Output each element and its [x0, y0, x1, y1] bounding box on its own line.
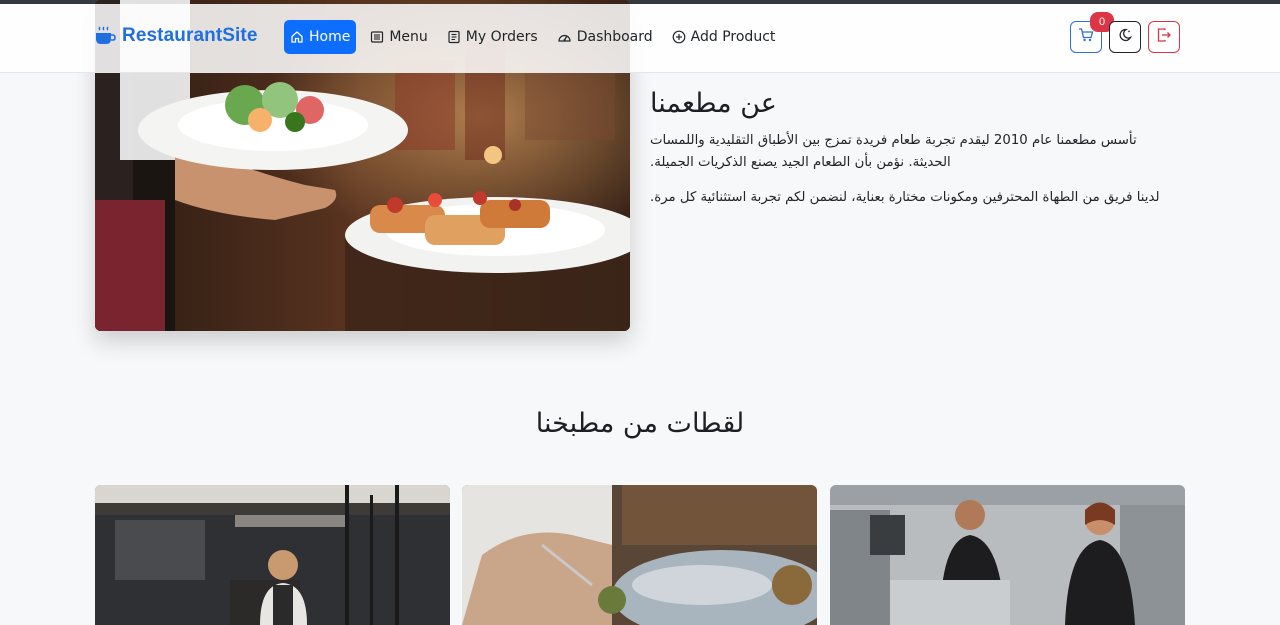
nav-dashboard[interactable]: Dashboard	[550, 20, 660, 54]
nav-add-product[interactable]: Add Product	[665, 20, 783, 54]
plus-circle-icon	[672, 30, 686, 44]
gallery-image-1	[95, 485, 450, 625]
nav-menu-label: Menu	[389, 29, 428, 45]
nav-menu[interactable]: Menu	[363, 20, 434, 54]
receipt-icon	[447, 30, 461, 44]
about-section: عن مطعمنا تأسس مطعمنا عام 2010 ليقدم تجر…	[650, 86, 1190, 220]
coffee-cup-icon	[94, 25, 116, 47]
brand-link[interactable]: RestaurantSite	[94, 25, 258, 47]
logout-button[interactable]	[1148, 21, 1180, 53]
brand-name: RestaurantSite	[122, 25, 258, 46]
menu-card-icon	[370, 30, 384, 44]
cart-icon	[1078, 27, 1094, 47]
about-paragraph-2: لدينا فريق من الطهاة المحترفين ومكونات م…	[650, 190, 1160, 206]
logout-icon	[1156, 27, 1172, 47]
cart-button[interactable]: 0	[1070, 12, 1114, 53]
gallery-image-3	[830, 485, 1185, 625]
moon-stars-icon	[1117, 27, 1133, 47]
about-title: عن مطعمنا	[650, 88, 777, 119]
gallery-title: لقطات من مطبخنا	[535, 408, 745, 439]
nav-my-orders-label: My Orders	[465, 29, 538, 45]
nav-home[interactable]: Home	[284, 20, 357, 54]
nav-my-orders[interactable]: My Orders	[440, 20, 545, 54]
house-icon	[290, 30, 304, 44]
navbar-actions: 0	[1070, 12, 1180, 53]
nav-home-label: Home	[309, 29, 351, 45]
about-paragraph-1: تأسس مطعمنا عام 2010 ليقدم تجربة طعام فر…	[650, 133, 1137, 171]
nav-add-product-label: Add Product	[690, 29, 776, 45]
navbar: RestaurantSite Home Menu My Orders Dashb…	[0, 4, 1280, 73]
theme-toggle-button[interactable]	[1109, 21, 1141, 53]
speedometer-icon	[557, 30, 572, 44]
gallery-image-2	[462, 485, 817, 625]
main-nav: Home Menu My Orders Dashboard Add Produc…	[284, 20, 787, 54]
nav-dashboard-label: Dashboard	[576, 29, 653, 45]
